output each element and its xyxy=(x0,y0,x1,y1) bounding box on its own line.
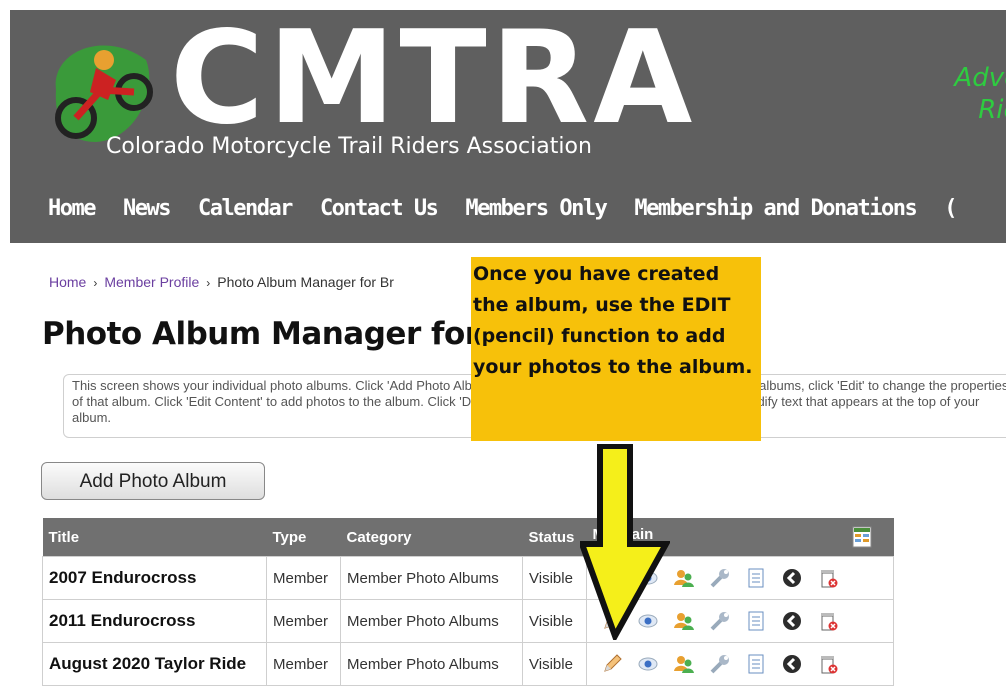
page-title: Photo Album Manager for B xyxy=(42,316,472,352)
description-page-icon[interactable] xyxy=(745,610,767,632)
tagline: Advo Rid xyxy=(886,62,1006,126)
albums-table: Title Type Category Status Maintain 2007… xyxy=(42,518,894,686)
permissions-users-icon[interactable] xyxy=(673,567,695,589)
delete-trash-icon[interactable] xyxy=(817,653,839,675)
view-eye-icon[interactable] xyxy=(637,653,659,675)
tagline-line2: Rid xyxy=(978,95,1006,125)
row-type: Member xyxy=(266,556,341,600)
table-row: 2011 Endurocross Member Member Photo Alb… xyxy=(42,599,894,643)
row-status: Visible xyxy=(522,556,587,600)
row-actions xyxy=(593,653,887,675)
edit-pencil-icon[interactable] xyxy=(601,653,623,675)
site-header: CMTRA Colorado Motorcycle Trail Riders A… xyxy=(10,10,1006,243)
logo-text[interactable]: CMTRA xyxy=(170,14,696,144)
row-title[interactable]: 2011 Endurocross xyxy=(42,599,267,643)
nav-membership-donations[interactable]: Membership and Donations xyxy=(634,196,917,236)
row-type: Member xyxy=(266,642,341,686)
description-page-icon[interactable] xyxy=(745,653,767,675)
yellow-arrow-down-icon xyxy=(580,444,670,640)
delete-trash-icon[interactable] xyxy=(817,610,839,632)
tagline-line1: Advo xyxy=(954,63,1006,93)
nav-members-only[interactable]: Members Only xyxy=(465,196,607,236)
breadcrumb-separator-icon: › xyxy=(93,276,98,290)
settings-wrench-icon[interactable] xyxy=(709,653,731,675)
permissions-users-icon[interactable] xyxy=(673,610,695,632)
add-photo-album-button[interactable]: Add Photo Album xyxy=(41,462,265,500)
row-category: Member Photo Albums xyxy=(340,642,523,686)
row-title[interactable]: August 2020 Taylor Ride xyxy=(42,642,267,686)
nav-contact-us[interactable]: Contact Us xyxy=(320,196,439,236)
row-category: Member Photo Albums xyxy=(340,556,523,600)
row-maintain xyxy=(586,642,894,686)
header-status: Status xyxy=(522,518,587,557)
row-status: Visible xyxy=(522,599,587,643)
logo-subtitle: Colorado Motorcycle Trail Riders Associa… xyxy=(106,134,592,159)
nav-home[interactable]: Home xyxy=(48,196,96,236)
share-icon[interactable] xyxy=(781,567,803,589)
settings-wrench-icon[interactable] xyxy=(709,567,731,589)
breadcrumb: Home › Member Profile › Photo Album Manager … xyxy=(49,274,394,290)
columns-icon[interactable] xyxy=(852,526,872,548)
share-icon[interactable] xyxy=(781,610,803,632)
breadcrumb-member-profile[interactable]: Member Profile xyxy=(104,274,199,290)
row-category: Member Photo Albums xyxy=(340,599,523,643)
breadcrumb-separator-icon: › xyxy=(206,276,211,290)
table-row: August 2020 Taylor Ride Member Member Ph… xyxy=(42,642,894,686)
nav-news[interactable]: News xyxy=(123,196,171,236)
delete-trash-icon[interactable] xyxy=(817,567,839,589)
table-header-row: Title Type Category Status Maintain xyxy=(42,518,894,557)
nav-calendar[interactable]: Calendar xyxy=(198,196,293,236)
table-row: 2007 Endurocross Member Member Photo Alb… xyxy=(42,556,894,600)
breadcrumb-home[interactable]: Home xyxy=(49,274,86,290)
settings-wrench-icon[interactable] xyxy=(709,610,731,632)
share-icon[interactable] xyxy=(781,653,803,675)
row-title[interactable]: 2007 Endurocross xyxy=(42,556,267,600)
header-title: Title xyxy=(42,518,267,557)
header-type: Type xyxy=(266,518,341,557)
nav-more[interactable]: ( xyxy=(944,196,957,236)
header-category: Category xyxy=(340,518,523,557)
instruction-callout: Once you have created the album, use the… xyxy=(471,257,761,441)
description-page-icon[interactable] xyxy=(745,567,767,589)
permissions-users-icon[interactable] xyxy=(673,653,695,675)
row-type: Member xyxy=(266,599,341,643)
breadcrumb-current: Photo Album Manager for Br xyxy=(217,274,394,290)
row-status: Visible xyxy=(522,642,587,686)
main-nav: Home News Calendar Contact Us Members On… xyxy=(48,196,984,236)
motorcycle-logo-icon[interactable] xyxy=(46,30,158,148)
